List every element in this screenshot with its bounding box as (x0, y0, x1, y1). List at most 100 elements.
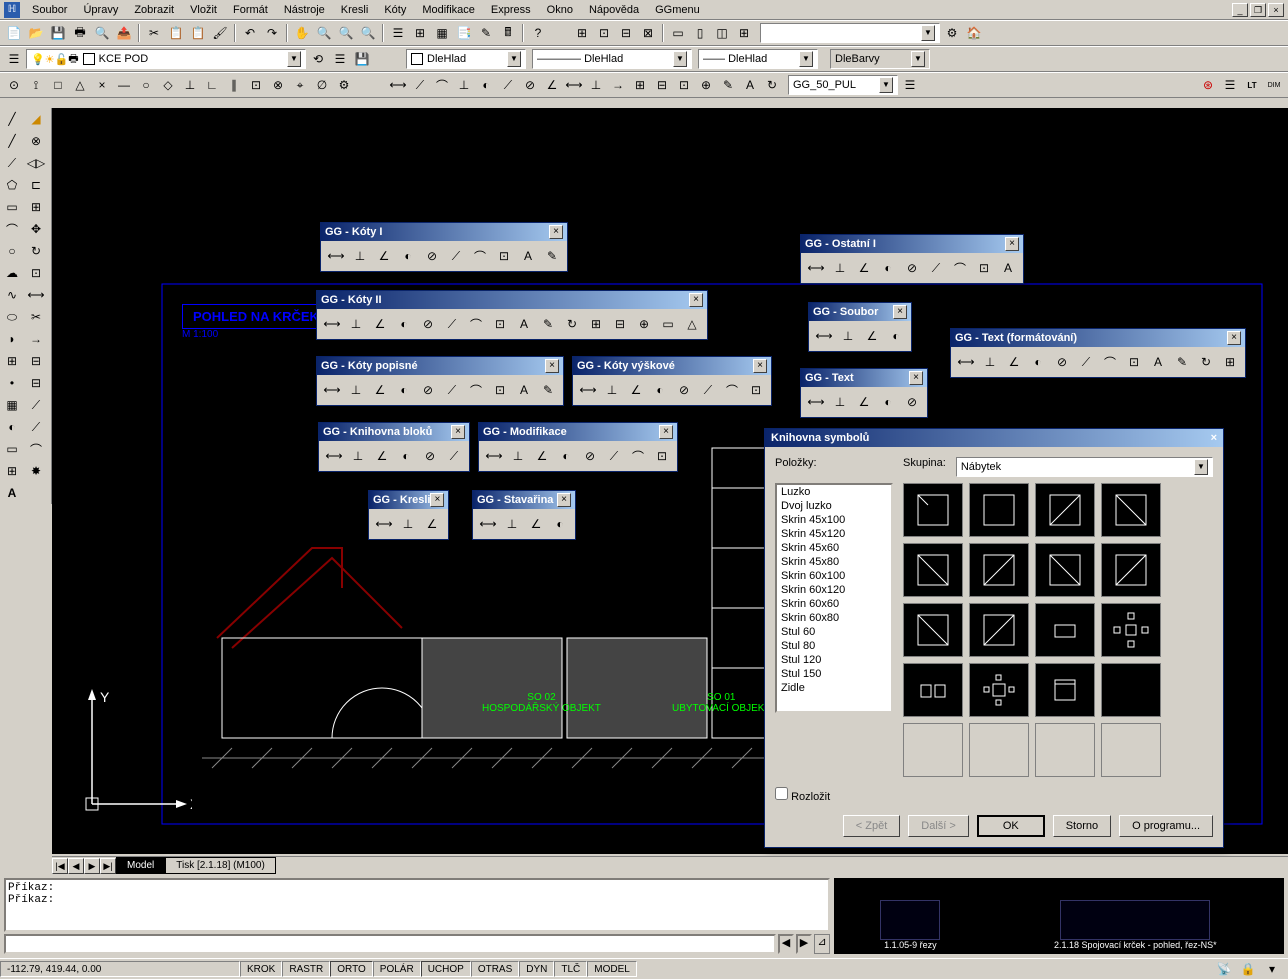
preview-1[interactable]: 1.1.05-9 řezy (838, 882, 983, 950)
palette-textfmt-title[interactable]: GG - Text (formátování)× (951, 329, 1245, 347)
palette-knihovna-btn-4[interactable]: ⊘ (419, 445, 441, 467)
ok-button[interactable]: OK (977, 815, 1045, 837)
menu-vlozit[interactable]: Vložit (182, 2, 225, 18)
restore-button[interactable]: ❐ (1250, 3, 1266, 17)
palette-ostatni-btn-5[interactable]: ⟋ (925, 257, 947, 279)
symbol-cell-10[interactable] (1035, 603, 1095, 657)
cmd-resize-icon[interactable]: ⊿ (814, 934, 830, 954)
menu-express[interactable]: Express (483, 2, 539, 18)
palette-knihovna-btn-0[interactable]: ⟷ (323, 445, 345, 467)
palette-soubor-close[interactable]: × (893, 305, 907, 319)
palette-koty2-btn-15[interactable]: △ (681, 313, 703, 335)
print-icon[interactable]: 🖶 (70, 23, 90, 43)
eraser-icon[interactable]: ◢ (24, 108, 48, 130)
move-icon[interactable]: ✥ (24, 218, 48, 240)
palette-koty1-title[interactable]: GG - Kóty I× (321, 223, 567, 241)
menu-zobrazit[interactable]: Zobrazit (126, 2, 182, 18)
palette-ostatni-btn-1[interactable]: ⊥ (829, 257, 851, 279)
palette-ostatni-btn-8[interactable]: A (997, 257, 1019, 279)
dim-update-icon[interactable]: ↻ (762, 75, 782, 95)
properties-icon[interactable]: ☰ (388, 23, 408, 43)
palette-kotyvys-btn-6[interactable]: ⌒ (721, 379, 743, 401)
palette-kotypop-btn-6[interactable]: ⌒ (465, 379, 487, 401)
osnap-end-icon[interactable]: □ (48, 75, 68, 95)
symbol-cell-12[interactable] (903, 663, 963, 717)
status-toggle-krok[interactable]: KROK (240, 961, 282, 977)
osnap-set-icon[interactable]: ⚙ (334, 75, 354, 95)
palette-knihovna-title[interactable]: GG - Knihovna bloků× (319, 423, 469, 441)
list-item[interactable]: Skrin 45x60 (777, 541, 891, 555)
new-icon[interactable]: 📄 (4, 23, 24, 43)
palette-modif-btn-4[interactable]: ⊘ (579, 445, 601, 467)
palette-ostatni-btn-7[interactable]: ⊡ (973, 257, 995, 279)
list-item[interactable]: Skrin 45x120 (777, 527, 891, 541)
region-icon[interactable]: ▭ (0, 438, 24, 460)
palette-modif-btn-2[interactable]: ∠ (531, 445, 553, 467)
menu-format[interactable]: Formát (225, 2, 276, 18)
palette-modif-btn-0[interactable]: ⟷ (483, 445, 505, 467)
osnap-ext-icon[interactable]: — (114, 75, 134, 95)
list-item[interactable]: Luzko (777, 485, 891, 499)
win-tile-icon[interactable]: ⊞ (572, 23, 592, 43)
comm-center-icon[interactable]: 📡 (1214, 959, 1234, 979)
symbol-cell-0[interactable] (903, 483, 963, 537)
about-button[interactable]: O programu... (1119, 815, 1213, 837)
symbol-cell-14[interactable] (1035, 663, 1095, 717)
palette-koty2-btn-14[interactable]: ▭ (657, 313, 679, 335)
osnap-near-icon[interactable]: ⌖ (290, 75, 310, 95)
list-item[interactable]: Skrin 60x120 (777, 583, 891, 597)
dim-tol-icon[interactable]: ⊡ (674, 75, 694, 95)
dim-ord-icon[interactable]: ⊥ (454, 75, 474, 95)
symbol-cell-9[interactable] (969, 603, 1029, 657)
list-item[interactable]: Skrin 45x80 (777, 555, 891, 569)
osnap-int-icon[interactable]: × (92, 75, 112, 95)
viewport3-icon[interactable]: ◫ (712, 23, 732, 43)
palette-textfmt-btn-1[interactable]: ⊥ (979, 351, 1001, 373)
palette-modif-title[interactable]: GG - Modifikace× (479, 423, 677, 441)
palette-textfmt-btn-2[interactable]: ∠ (1003, 351, 1025, 373)
hatch-icon[interactable]: ▦ (0, 394, 24, 416)
symbol-cell-18[interactable] (1035, 723, 1095, 777)
plot-preview-icon[interactable]: 🔍 (92, 23, 112, 43)
ellipse-arc-icon[interactable]: ◗ (0, 328, 24, 350)
symbol-cell-1[interactable] (969, 483, 1029, 537)
palette-kresli-btn-0[interactable]: ⟷ (373, 513, 395, 535)
dim-aligned-icon[interactable]: ⟋ (410, 75, 430, 95)
table-icon[interactable]: ⊞ (0, 460, 24, 482)
layer-state-icon[interactable]: 💾 (352, 49, 372, 69)
block-icon[interactable]: ⊞ (0, 350, 24, 372)
palette-koty1-btn-1[interactable]: ⊥ (349, 245, 371, 267)
explode-icon[interactable]: ✸ (24, 460, 48, 482)
palette-kotypop-btn-5[interactable]: ⟋ (441, 379, 463, 401)
break-icon[interactable]: ⊟ (24, 372, 48, 394)
list-item[interactable]: Stul 120 (777, 653, 891, 667)
tab-model[interactable]: Model (116, 857, 165, 874)
lock-icon[interactable]: 🔒 (1238, 959, 1258, 979)
zoom-rt-icon[interactable]: 🔍 (314, 23, 334, 43)
palette-koty2-close[interactable]: × (689, 293, 703, 307)
home-icon[interactable]: 🏠 (964, 23, 984, 43)
dim-ang-icon[interactable]: ∠ (542, 75, 562, 95)
symbol-cell-13[interactable] (969, 663, 1029, 717)
palette-ostatni-title[interactable]: GG - Ostatní I× (801, 235, 1023, 253)
undo-icon[interactable]: ↶ (240, 23, 260, 43)
fillet-icon[interactable]: ⌒ (24, 438, 48, 460)
osnap-per-icon[interactable]: ∟ (202, 75, 222, 95)
symbol-cell-15[interactable] (1101, 663, 1161, 717)
items-listbox[interactable]: LuzkoDvoj luzkoSkrin 45x100Skrin 45x120S… (775, 483, 893, 713)
lt-scale-icon[interactable]: LT (1242, 75, 1262, 95)
cmd-scroll-right[interactable]: ▶ (796, 934, 812, 954)
help-icon[interactable]: ? (528, 23, 548, 43)
palette-koty2-btn-5[interactable]: ⟋ (441, 313, 463, 335)
menu-modifikace[interactable]: Modifikace (414, 2, 483, 18)
gradient-icon[interactable]: ◐ (0, 416, 24, 438)
palette-koty2-btn-1[interactable]: ⊥ (345, 313, 367, 335)
palette-kotyvys-btn-2[interactable]: ∠ (625, 379, 647, 401)
dim-rad-icon[interactable]: ◐ (476, 75, 496, 95)
palette-soubor-btn-1[interactable]: ⊥ (837, 325, 859, 347)
palette-soubor-title[interactable]: GG - Soubor× (809, 303, 911, 321)
palette-soubor-btn-2[interactable]: ∠ (861, 325, 883, 347)
viewport2-icon[interactable]: ▯ (690, 23, 710, 43)
palette-text-btn-3[interactable]: ◐ (877, 391, 899, 413)
palette-koty2-btn-10[interactable]: ↻ (561, 313, 583, 335)
